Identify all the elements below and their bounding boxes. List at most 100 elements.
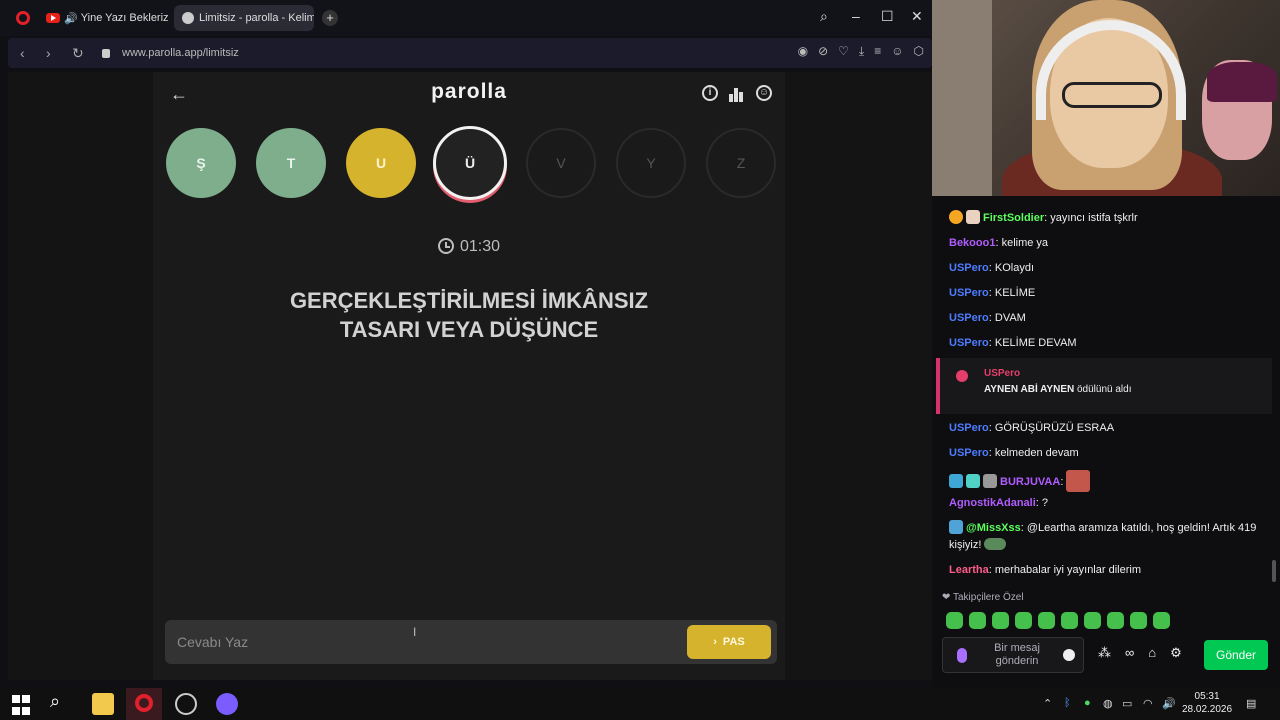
store-app-icon[interactable] (92, 693, 114, 715)
pass-button[interactable]: › PAS (687, 625, 771, 659)
new-tab-button[interactable]: + (322, 10, 338, 26)
tab-label: Limitsiz - parolla - Kelime (199, 12, 314, 24)
face-emote-icon (1066, 470, 1091, 492)
send-button[interactable]: Gönder (1204, 640, 1268, 670)
opera-taskbar-button[interactable] (126, 688, 162, 720)
chat-username[interactable]: AgnostikAdanali (949, 497, 1036, 509)
chat-input[interactable]: Bir mesaj gönderin (942, 637, 1084, 673)
tray-app-icon[interactable]: ◍ (1103, 697, 1113, 710)
turtle-emote-icon (984, 538, 1007, 550)
url-field[interactable]: www.parolla.app/limitsiz (122, 47, 239, 59)
chat-username[interactable]: FirstSoldier (983, 212, 1044, 224)
opera-gx-icon[interactable] (175, 693, 197, 715)
emote-icon[interactable] (1015, 612, 1032, 629)
emote-icon[interactable] (1107, 612, 1124, 629)
volume-icon[interactable]: 🔊 (1162, 697, 1176, 710)
minimize-button[interactable]: – (852, 8, 860, 24)
bluetooth-icon[interactable]: ᛒ (1064, 697, 1071, 709)
mic-icon[interactable] (957, 648, 967, 663)
chat-message: BURJUVAA: (949, 470, 1269, 492)
infinity-icon[interactable]: ∞ (1125, 645, 1134, 661)
chat-username[interactable]: USPero (949, 422, 989, 434)
chat-text: DVAM (994, 312, 1026, 324)
reload-icon[interactable]: ↻ (72, 45, 86, 62)
browser-window: 🔊 Yine Yazı Bekleriz - Yo Limitsiz - par… (0, 0, 932, 688)
chat-message: USPero: kelmeden devam (949, 447, 1079, 459)
chat-username[interactable]: @MissXss (966, 522, 1021, 534)
emote-icon[interactable] (946, 612, 963, 629)
extension-icon[interactable]: ⬡ (914, 44, 924, 59)
game-header: ← parolla i ☺ (153, 72, 785, 116)
search-icon[interactable]: ⌕ (50, 691, 72, 713)
letter-circle: U (346, 128, 416, 198)
emote-picker-row (946, 612, 1170, 629)
speaker-icon[interactable]: 🔊 (64, 12, 78, 25)
chat-username[interactable]: BURJUVAA (1000, 476, 1060, 488)
notifications-icon[interactable]: ▤ (1246, 697, 1256, 710)
system-clock[interactable]: 05:31 28.02.2026 (1182, 690, 1232, 716)
chat-username[interactable]: USPero (949, 447, 989, 459)
battery-icon[interactable]: ▭ (1122, 697, 1132, 710)
bits-badge-icon (966, 474, 980, 488)
adblock-icon[interactable]: ⊘ (818, 44, 828, 59)
emote-icon[interactable] (1038, 612, 1055, 629)
letter-circle: Z (706, 128, 776, 198)
chat-message: FirstSoldier: yayıncı istifa tşkrlr (949, 210, 1269, 227)
close-button[interactable]: ✕ (911, 8, 923, 25)
emote-icon[interactable] (1061, 612, 1078, 629)
sub-badge-icon (949, 210, 963, 224)
maximize-button[interactable]: ☐ (881, 8, 894, 25)
store-icon[interactable]: ⌂ (1148, 645, 1156, 661)
chat-username[interactable]: USPero (949, 312, 989, 324)
emote-icon[interactable] (969, 612, 986, 629)
opera-logo-icon[interactable] (16, 11, 30, 25)
camera-icon[interactable]: ◉ (798, 44, 808, 59)
heart-icon[interactable]: ♡ (838, 44, 849, 59)
menu-icon[interactable]: ≡ (874, 44, 881, 59)
back-nav-icon[interactable]: ‹ (20, 45, 34, 61)
emoji-icon[interactable] (1063, 649, 1075, 661)
download-icon[interactable]: ⤓ (859, 44, 864, 59)
emote-icon[interactable] (1130, 612, 1147, 629)
tray-chevron-icon[interactable]: ⌃ (1043, 697, 1052, 710)
chat-username[interactable]: Leartha (949, 564, 989, 576)
answer-bar: › PAS (165, 620, 777, 664)
lock-icon (102, 48, 110, 58)
chat-panel: FirstSoldier: yayıncı istifa tşkrlr Beko… (932, 196, 1280, 688)
clock-icon (437, 238, 454, 254)
bits-icon[interactable]: ⁂ (1098, 645, 1111, 661)
emote-icon[interactable] (1153, 612, 1170, 629)
settings-gear-icon[interactable]: ⚙ (1170, 645, 1182, 661)
parolla-favicon-icon (182, 12, 194, 24)
chat-text: merhabalar iyi yayınlar dilerim (994, 564, 1141, 576)
chat-username[interactable]: USPero (949, 337, 989, 349)
chat-username[interactable]: Bekooo1 (949, 237, 995, 249)
profile-icon[interactable]: ☺ (891, 44, 903, 59)
messenger-icon[interactable] (216, 693, 238, 715)
emote-icon[interactable] (1084, 612, 1101, 629)
timer: 01:30 (153, 238, 785, 256)
tab-parolla[interactable]: Limitsiz - parolla - Kelime (174, 5, 314, 31)
clock-time: 05:31 (1194, 691, 1220, 702)
emote-icon[interactable] (992, 612, 1009, 629)
reward-username[interactable]: USPero (984, 368, 1020, 379)
chat-scrollbar[interactable] (1272, 560, 1276, 582)
windows-start-icon[interactable] (12, 695, 30, 717)
reward-text: AYNEN ABİ AYNEN ödülünü aldı (984, 384, 1132, 395)
address-bar: ‹ › ↻ www.parolla.app/limitsiz ◉ ⊘ ♡ ⤓ ≡… (8, 38, 932, 68)
user-icon[interactable]: ☺ (756, 85, 772, 101)
tab-youtube[interactable]: 🔊 Yine Yazı Bekleriz - Yo (38, 5, 168, 31)
wifi-icon[interactable]: ◠ (1143, 697, 1153, 710)
search-icon[interactable]: ⌕ (820, 8, 828, 25)
answer-input[interactable] (165, 620, 685, 664)
tool-badge-icon (949, 474, 963, 488)
followers-only-notice: ❤ Takipçilere Özel (942, 592, 1024, 603)
chat-username[interactable]: USPero (949, 287, 989, 299)
chat-username[interactable]: USPero (949, 262, 989, 274)
tray-app-icon[interactable]: ● (1084, 697, 1091, 709)
forward-nav-icon[interactable]: › (46, 45, 60, 61)
chat-message: @MissXss: @Leartha aramıza katıldı, hoş … (949, 520, 1257, 551)
info-icon[interactable]: i (702, 85, 718, 101)
stats-icon[interactable] (729, 86, 745, 102)
letter-circle: V (526, 128, 596, 198)
